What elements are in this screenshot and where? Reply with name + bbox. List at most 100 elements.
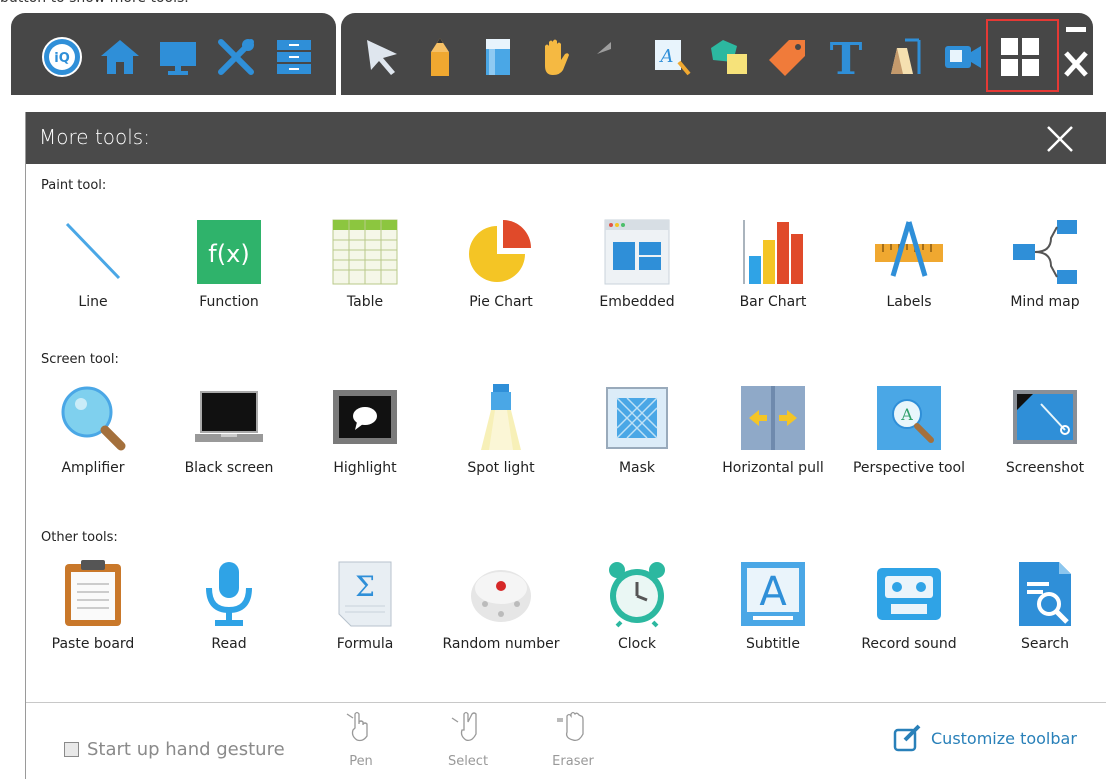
tool-mask[interactable]: Mask [569, 384, 705, 504]
tool-screenshot[interactable]: Screenshot [977, 384, 1106, 504]
tool-read[interactable]: Read [161, 560, 297, 680]
monitor-icon[interactable] [157, 36, 199, 78]
tool-label: Function [199, 294, 259, 310]
tool-label: Record sound [861, 636, 957, 652]
text-recognize-icon[interactable]: A [651, 36, 693, 78]
clipboard-icon [59, 560, 127, 628]
top-caption: button to show more tools. [0, 0, 1106, 8]
tool-label: Clock [617, 636, 657, 652]
checkbox-box[interactable] [64, 742, 79, 757]
presenter-icon[interactable] [883, 36, 925, 78]
toolbar-close-icon[interactable] [1060, 25, 1090, 85]
iq-logo-icon[interactable]: iQ [41, 36, 83, 78]
subtitle-icon-text: A [759, 569, 787, 615]
tool-search[interactable]: Search [977, 560, 1106, 680]
perspective-tool-icon-text: A [900, 405, 913, 424]
panel-title: More tools: [39, 125, 150, 149]
tool-label: Spot light [467, 460, 535, 476]
text-T-icon[interactable]: T [825, 36, 867, 78]
tool-mind-map[interactable]: Mind map [977, 218, 1106, 338]
dice-icon [467, 560, 535, 628]
labels-icon [875, 218, 943, 286]
tool-label: Bar Chart [739, 294, 807, 310]
tool-spot-light[interactable]: Spot light [433, 384, 569, 504]
footer-divider [26, 702, 1106, 703]
drawer-icon[interactable] [273, 36, 315, 78]
tool-label: Line [78, 294, 108, 310]
tool-label: Random number [442, 636, 560, 652]
tool-label: Subtitle [745, 636, 801, 652]
undo-icon[interactable] [593, 36, 635, 78]
tool-function[interactable]: f(x) Function [161, 218, 297, 338]
tool-label: Formula [336, 636, 394, 652]
toolbar-left: iQ [11, 13, 336, 95]
tool-label: Embedded [599, 294, 675, 310]
embedded-icon [603, 218, 671, 286]
gesture-eraser: Eraser [538, 708, 608, 778]
bar-chart-icon [739, 218, 807, 286]
section-label-other: Other tools: [41, 530, 118, 545]
tool-highlight[interactable]: Highlight [297, 384, 433, 504]
tool-subtitle[interactable]: A Subtitle [705, 560, 841, 680]
tool-label: Paste board [51, 636, 135, 652]
customize-toolbar-button[interactable]: Customize toolbar [893, 724, 1077, 752]
horizontal-pull-icon [739, 384, 807, 452]
shapes-icon[interactable] [709, 36, 751, 78]
toolbar-right: A T [341, 13, 1093, 95]
pencil-icon[interactable] [419, 36, 461, 78]
gesture-select: Select [433, 708, 503, 778]
tag-icon[interactable] [767, 36, 809, 78]
more-tools-panel: More tools: Paint tool: Line f(x) Functi… [25, 112, 1106, 779]
hand-gesture-checkbox[interactable]: Start up hand gesture [64, 739, 285, 760]
select-gesture-icon [451, 711, 477, 742]
tool-table[interactable]: Table [297, 218, 433, 338]
eraser-icon[interactable] [477, 36, 519, 78]
tool-label: Pie Chart [469, 294, 533, 310]
tool-label: Table [346, 294, 384, 310]
section-label-screen: Screen tool: [41, 352, 119, 367]
tool-bar-chart[interactable]: Bar Chart [705, 218, 841, 338]
spot-light-icon [467, 384, 535, 452]
tool-random-number[interactable]: Random number [433, 560, 569, 680]
camera-icon[interactable] [941, 36, 983, 78]
tool-embedded[interactable]: Embedded [569, 218, 705, 338]
mind-map-icon [1011, 218, 1079, 286]
hand-icon[interactable] [535, 36, 577, 78]
gesture-label: Pen [349, 754, 373, 769]
tool-black-screen[interactable]: Black screen [161, 384, 297, 504]
cursor-icon[interactable] [361, 36, 403, 78]
customize-toolbar-label: Customize toolbar [931, 728, 1077, 748]
tool-pie-chart[interactable]: Pie Chart [433, 218, 569, 338]
perspective-tool-icon: A [875, 384, 943, 452]
formula-icon-text: Σ [355, 570, 375, 603]
tools-icon[interactable] [215, 36, 257, 78]
edit-icon [893, 724, 921, 752]
more-tools-highlight [986, 19, 1059, 92]
svg-text:T: T [830, 36, 863, 78]
tool-paste-board[interactable]: Paste board [25, 560, 161, 680]
home-icon[interactable] [99, 36, 141, 78]
amplifier-icon [59, 384, 127, 452]
tool-formula[interactable]: Σ Formula [297, 560, 433, 680]
tool-label: Read [211, 636, 247, 652]
tool-label: Perspective tool [852, 460, 966, 476]
pen-gesture-icon [346, 711, 368, 742]
function-icon: f(x) [195, 218, 263, 286]
tool-clock[interactable]: Clock [569, 560, 705, 680]
tool-label: Labels [886, 294, 932, 310]
gesture-label: Select [447, 754, 489, 769]
tool-record-sound[interactable]: Record sound [841, 560, 977, 680]
tool-horizontal-pull[interactable]: Horizontal pull [705, 384, 841, 504]
tool-labels[interactable]: Labels [841, 218, 977, 338]
tool-perspective-tool[interactable]: A Perspective tool [841, 384, 977, 504]
tool-line[interactable]: Line [25, 218, 161, 338]
tool-label: Highlight [333, 460, 397, 476]
tool-label: Mask [618, 460, 656, 476]
formula-icon: Σ [331, 560, 399, 628]
gesture-label: Eraser [552, 754, 594, 769]
highlight-icon [331, 384, 399, 452]
clock-icon [603, 560, 671, 628]
close-icon[interactable] [1042, 121, 1078, 157]
screenshot-icon [1011, 384, 1079, 452]
tool-amplifier[interactable]: Amplifier [25, 384, 161, 504]
